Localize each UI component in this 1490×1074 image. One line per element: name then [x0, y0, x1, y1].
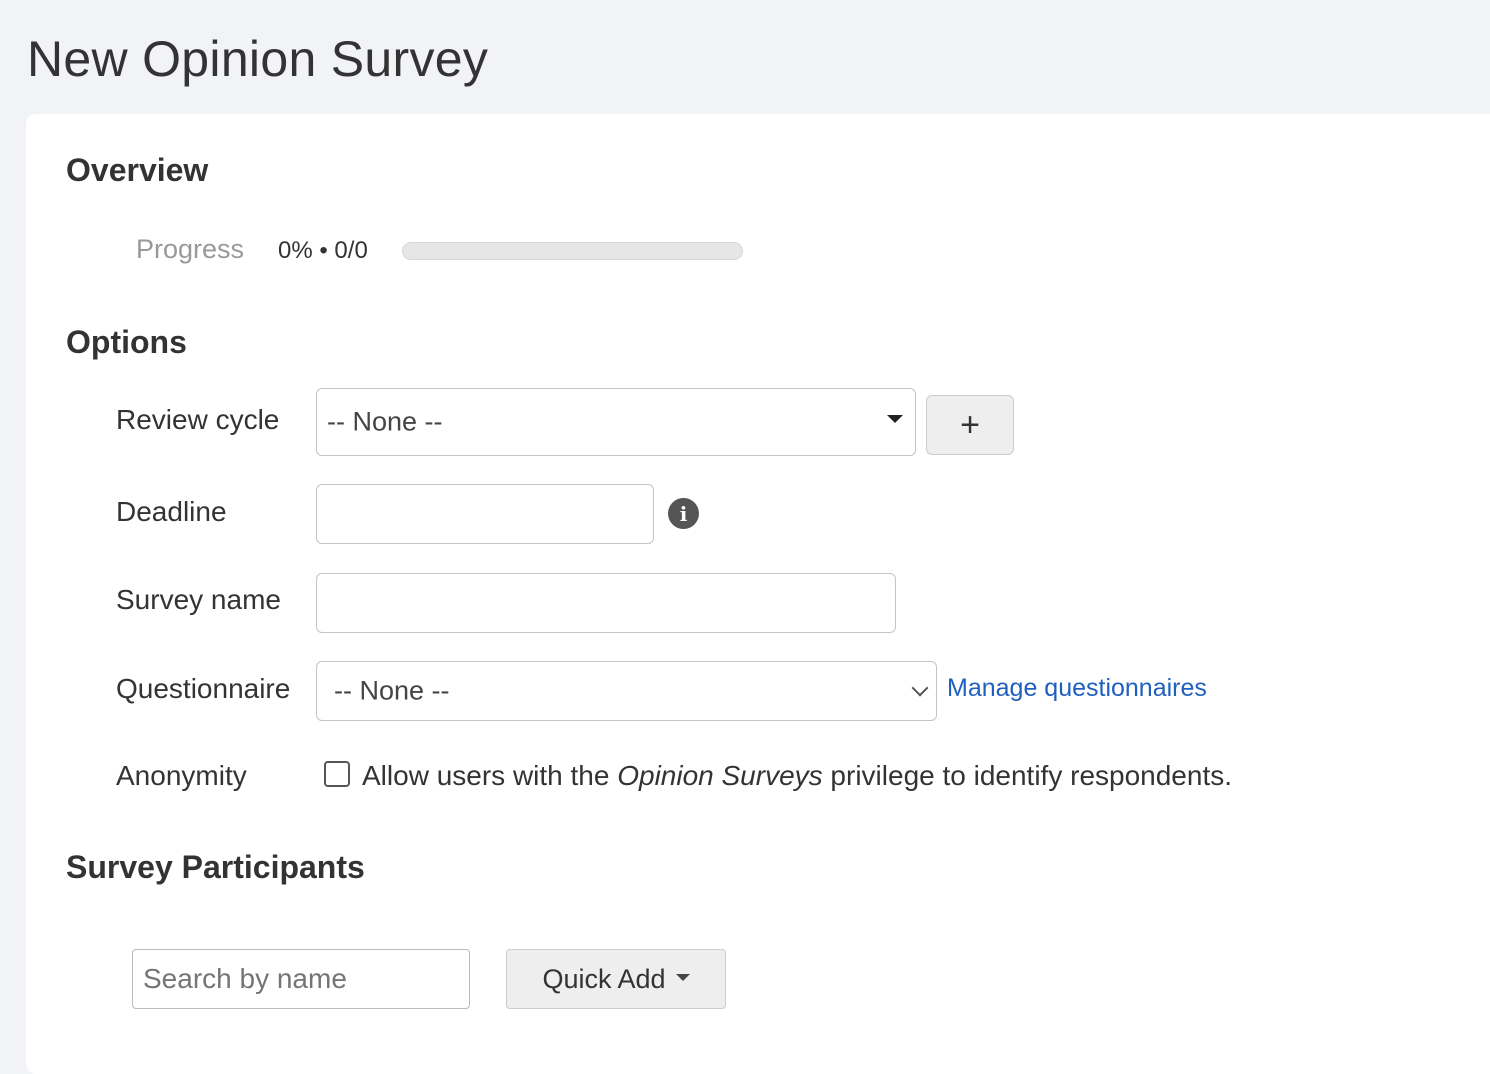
review-cycle-select[interactable]: -- None --	[316, 388, 916, 456]
survey-form-card: Overview Progress 0% • 0/0 Options Revie…	[26, 114, 1490, 1074]
survey-participants-heading: Survey Participants	[66, 849, 365, 885]
participant-search-input[interactable]	[132, 949, 470, 1009]
deadline-input[interactable]	[316, 484, 654, 544]
progress-bar	[402, 242, 743, 260]
review-cycle-label: Review cycle	[116, 404, 280, 435]
quick-add-button[interactable]: Quick Add	[506, 949, 726, 1009]
overview-heading: Overview	[66, 152, 209, 188]
anonymity-text-privilege: Opinion Surveys	[617, 760, 823, 791]
survey-name-label: Survey name	[116, 584, 281, 615]
review-cycle-value: -- None --	[327, 406, 443, 437]
caret-down-icon	[675, 973, 690, 981]
info-icon[interactable]: i	[668, 498, 699, 529]
add-review-cycle-button[interactable]: +	[926, 395, 1014, 455]
anonymity-label: Anonymity	[116, 760, 247, 791]
progress-value: 0% • 0/0	[278, 237, 368, 264]
chevron-down-icon	[911, 679, 929, 697]
anonymity-text-before: Allow users with the	[362, 760, 618, 791]
questionnaire-label: Questionnaire	[116, 673, 291, 704]
anonymity-text-after: privilege to identify respondents.	[822, 760, 1233, 791]
progress-label: Progress	[136, 234, 245, 264]
questionnaire-select[interactable]: -- None --	[316, 661, 937, 721]
survey-name-input[interactable]	[316, 573, 896, 633]
quick-add-label: Quick Add	[542, 963, 666, 994]
manage-questionnaires-link[interactable]: Manage questionnaires	[947, 674, 1207, 703]
page-title: New Opinion Survey	[27, 31, 489, 87]
anonymity-checkbox[interactable]	[324, 761, 350, 787]
anonymity-checkbox-label[interactable]: Allow users with the Opinion Surveys pri…	[362, 760, 1232, 792]
caret-down-icon	[887, 415, 903, 423]
options-heading: Options	[66, 324, 187, 360]
questionnaire-value: -- None --	[334, 675, 450, 706]
deadline-label: Deadline	[116, 496, 227, 527]
